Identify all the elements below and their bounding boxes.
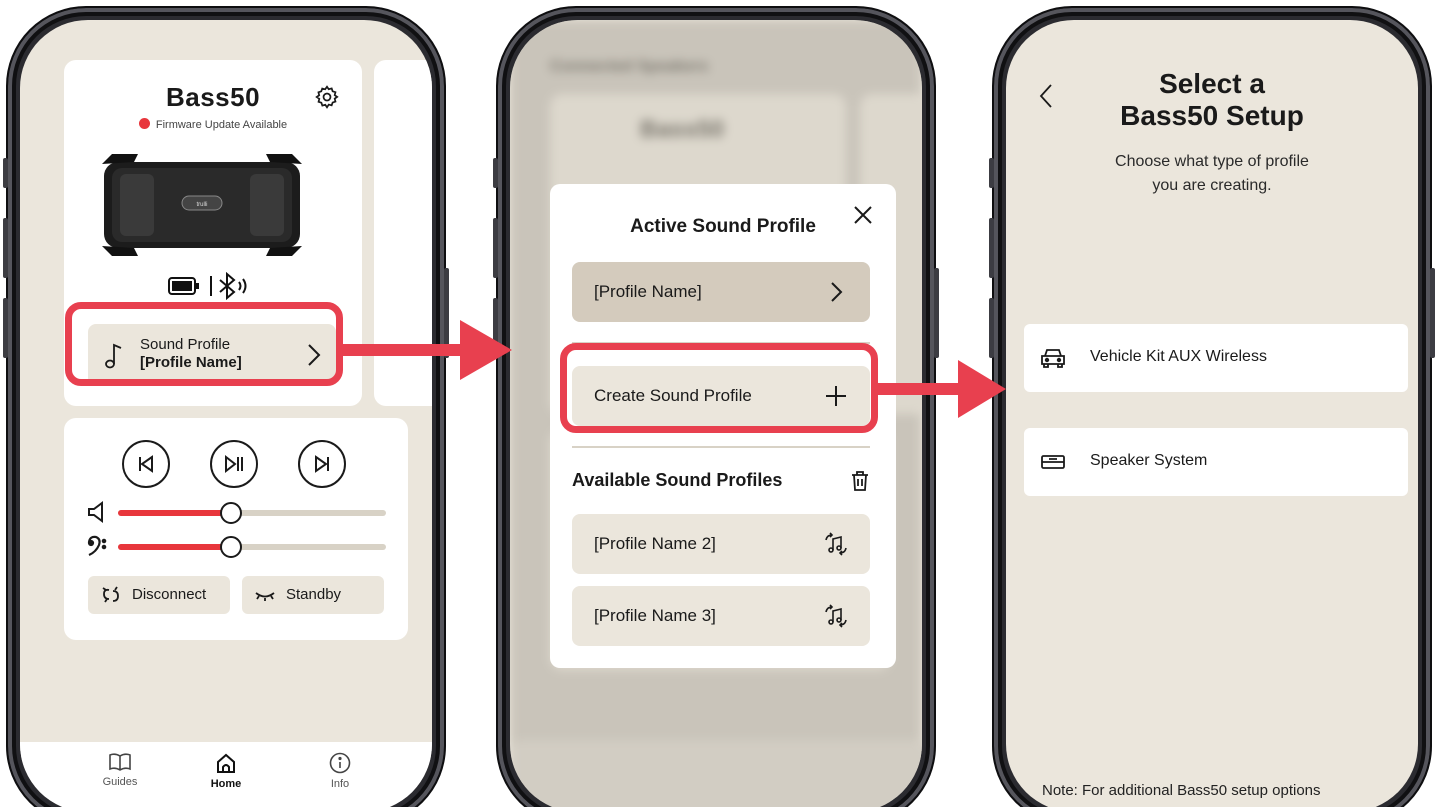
option-label: Vehicle Kit AUX Wireless — [1090, 348, 1267, 365]
volume-fill — [118, 510, 231, 516]
active-profile-name: [Profile Name] — [594, 282, 702, 301]
playback-controls-card: Disconnect Standby — [64, 418, 408, 640]
chevron-right-icon — [831, 282, 843, 302]
bg-speaker-name: Bass50 — [640, 116, 725, 143]
select-setup-screen: Select a Bass50 Setup Choose what type o… — [1006, 20, 1418, 807]
bottom-tab-bar: Guides Home Info — [20, 742, 432, 807]
broken-link-icon — [102, 586, 119, 603]
skip-forward-icon — [315, 455, 329, 473]
play-pause-button[interactable] — [210, 440, 258, 488]
firmware-status-text: Firmware Update Available — [155, 119, 288, 131]
active-profile-title: Active Sound Profile — [630, 216, 816, 237]
subtitle-line-1: Choose what type of profile — [1115, 153, 1309, 170]
volume-slider[interactable] — [118, 502, 386, 524]
bass-slider-row — [86, 532, 386, 560]
bg-header-text: Connected Speakers — [550, 58, 709, 75]
closed-eye-icon — [255, 592, 275, 601]
gear-icon[interactable] — [314, 84, 340, 110]
divider — [572, 446, 870, 448]
tab-guides-label: Guides — [102, 776, 138, 788]
profile-item-name: [Profile Name 3] — [594, 606, 716, 625]
battery-icon — [168, 277, 199, 295]
disconnect-label: Disconnect — [132, 586, 207, 603]
bass-slider[interactable] — [118, 536, 386, 558]
status-dot-icon — [138, 118, 150, 129]
next-track-button[interactable] — [298, 440, 346, 488]
phone-frame-home: Bass50 Firmware Update Available trulli — [3, 6, 449, 807]
volume-slider-row — [86, 498, 386, 526]
tab-info-label: Info — [330, 778, 350, 790]
highlight-create-profile — [560, 343, 878, 433]
play-pause-icon — [225, 454, 243, 474]
trash-icon[interactable] — [850, 470, 870, 492]
subtitle-line-2: you are creating. — [1152, 177, 1272, 194]
speaker-volume-icon — [88, 501, 103, 523]
home-screen: Bass50 Firmware Update Available trulli — [20, 20, 432, 807]
tab-home-label: Home — [210, 778, 242, 790]
status-icons — [64, 271, 362, 301]
disconnect-button[interactable]: Disconnect — [88, 576, 230, 614]
bass-thumb[interactable] — [219, 536, 242, 558]
svg-text:trulli: trulli — [196, 202, 207, 208]
swap-music-icon — [825, 532, 847, 556]
option-label: Speaker System — [1090, 452, 1208, 469]
title-line-1: Select a — [1159, 68, 1265, 99]
bluetooth-icon — [219, 271, 247, 301]
swap-music-icon — [825, 604, 847, 628]
home-icon — [217, 753, 235, 773]
previous-track-button[interactable] — [122, 440, 170, 488]
vehicle-kit-option[interactable]: Vehicle Kit AUX Wireless — [1024, 324, 1408, 392]
info-icon — [329, 752, 351, 774]
firmware-status: Firmware Update Available — [64, 118, 362, 131]
tab-info[interactable]: Info — [300, 752, 380, 790]
title-line-2: Bass50 Setup — [1120, 100, 1304, 131]
highlight-sound-profile — [65, 302, 343, 386]
close-icon[interactable] — [852, 204, 874, 226]
phone-frame-setup: Select a Bass50 Setup Choose what type o… — [989, 6, 1435, 807]
speaker-image: trulli — [102, 154, 302, 256]
book-icon — [109, 753, 131, 771]
speaker-icon — [1041, 455, 1065, 469]
tab-home[interactable]: Home — [186, 752, 266, 790]
bass-clef-icon — [87, 535, 107, 557]
volume-thumb[interactable] — [219, 502, 242, 524]
bass-fill — [118, 544, 231, 550]
tab-guides[interactable]: Guides — [80, 752, 160, 788]
setup-note: Note: For additional Bass50 setup option… — [1042, 782, 1321, 799]
car-icon — [1041, 349, 1065, 368]
active-profile-button[interactable]: [Profile Name] — [572, 262, 870, 322]
flow-arrow-right-icon — [874, 360, 1006, 418]
standby-label: Standby — [286, 586, 342, 603]
page-subtitle: Choose what type of profile you are crea… — [1006, 150, 1418, 198]
profile-item[interactable]: [Profile Name 2] — [572, 514, 870, 574]
available-profiles-title: Available Sound Profiles — [572, 470, 783, 490]
profile-item-name: [Profile Name 2] — [594, 534, 716, 553]
speaker-system-option[interactable]: Speaker System — [1024, 428, 1408, 496]
flow-arrow-right-icon — [336, 320, 512, 380]
page-title: Select a Bass50 Setup — [1006, 68, 1418, 132]
profile-item[interactable]: [Profile Name 3] — [572, 586, 870, 646]
skip-back-icon — [139, 455, 153, 473]
standby-button[interactable]: Standby — [242, 576, 384, 614]
